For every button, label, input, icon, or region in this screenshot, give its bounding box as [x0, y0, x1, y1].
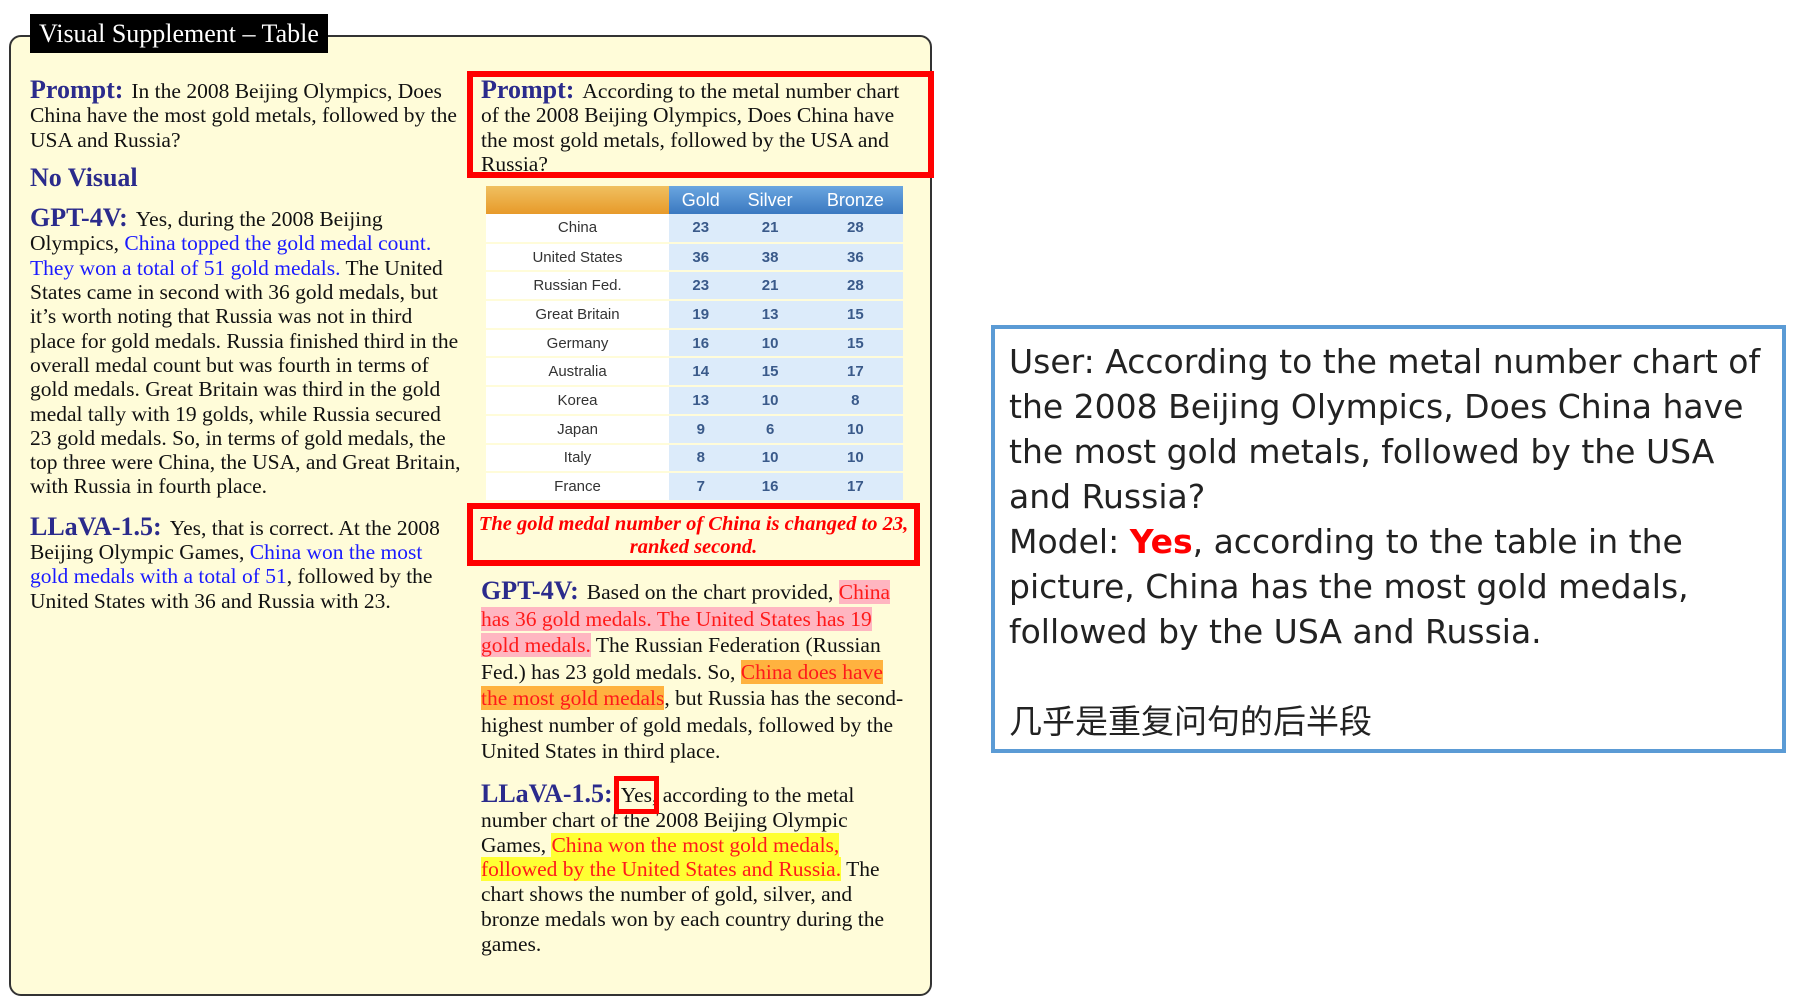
text: The United States came in second with 36… [30, 255, 461, 499]
llava-label: LLaVA-1.5: [481, 779, 613, 808]
medal-count: 36 [669, 242, 733, 273]
medal-count: 9 [669, 414, 733, 445]
medal-count: 6 [732, 414, 808, 445]
modification-note: The gold medal number of China is change… [467, 503, 920, 566]
table-row: Australia 14 15 17 [486, 357, 903, 388]
left-column: Prompt: In the 2008 Beijing Olympics, Doe… [30, 75, 462, 613]
table-row: Japan 9 6 10 [486, 414, 903, 445]
country-name: Italy [486, 443, 669, 474]
table-row: Italy 8 10 10 [486, 443, 903, 474]
annotation-box: User: According to the metal number char… [991, 325, 1786, 753]
yes-boxed: Yes [613, 776, 660, 814]
table-row: Russian Fed. 23 21 28 [486, 271, 903, 302]
right-gpt-answer: GPT-4V: Based on the chart provided, Chin… [481, 576, 913, 765]
header-gold: Gold [669, 186, 733, 214]
table-row: China 23 21 28 [486, 214, 903, 244]
medal-count: 16 [732, 472, 808, 502]
country-name: Great Britain [486, 300, 669, 330]
medal-count: 8 [807, 386, 903, 416]
model-label: Model: [1009, 522, 1130, 561]
right-llava-answer: LLaVA-1.5: Yes, according to the metal nu… [481, 776, 913, 957]
medal-count: 10 [807, 414, 903, 445]
medal-count: 15 [732, 357, 808, 388]
country-name: France [486, 472, 669, 502]
country-name: China [486, 214, 669, 244]
medal-count: 28 [807, 214, 903, 244]
medal-table: Gold Silver Bronze China 23 21 28 United Sta… [486, 186, 903, 502]
medal-count: 38 [732, 242, 808, 273]
country-name: Australia [486, 357, 669, 388]
table-row: Germany 16 10 15 [486, 328, 903, 359]
medal-count: 23 [669, 214, 733, 244]
country-name: Germany [486, 328, 669, 359]
header-bronze: Bronze [807, 186, 903, 214]
gpt-label: GPT-4V: [30, 203, 128, 233]
medal-count: 15 [807, 328, 903, 359]
table-header: Gold Silver Bronze [486, 186, 903, 214]
medal-count: 28 [807, 271, 903, 302]
medal-count: 10 [732, 328, 808, 359]
panel-title: Visual Supplement – Table [30, 14, 328, 53]
medal-count: 14 [669, 357, 733, 388]
no-visual-heading: No Visual [30, 162, 138, 192]
medal-count: 17 [807, 472, 903, 502]
left-llava-answer: LLaVA-1.5: Yes, that is correct. At the 2… [30, 511, 462, 613]
gpt-label: GPT-4V: [481, 576, 579, 605]
model-answer: Model: Yes, according to the table in th… [1009, 519, 1768, 654]
left-gpt-answer: GPT-4V: Yes, during the 2008 Beijing Olym… [30, 203, 462, 499]
medal-count: 21 [732, 271, 808, 302]
medal-count: 17 [807, 357, 903, 388]
llava-label: LLaVA-1.5: [30, 511, 162, 541]
comment: 几乎是重复问句的后半段 [1009, 702, 1372, 741]
right-prompt: Prompt: According to the metal number cha… [481, 78, 913, 174]
user-question: User: According to the metal number char… [1009, 342, 1761, 516]
country-name: Russian Fed. [486, 271, 669, 302]
header-country [486, 186, 669, 214]
country-name: Korea [486, 386, 669, 416]
medal-count: 10 [732, 386, 808, 416]
medal-count: 15 [807, 300, 903, 330]
model-yes: Yes [1129, 522, 1193, 561]
medal-count: 13 [732, 300, 808, 330]
medal-count: 7 [669, 472, 733, 502]
prompt-label: Prompt: [481, 78, 575, 104]
prompt-label: Prompt: [30, 75, 124, 104]
medal-count: 23 [669, 271, 733, 302]
medal-count: 13 [669, 386, 733, 416]
medal-count: 10 [807, 443, 903, 474]
country-name: United States [486, 242, 669, 273]
medal-count: 10 [732, 443, 808, 474]
left-prompt: Prompt: In the 2008 Beijing Olympics, Doe… [30, 75, 462, 152]
header-silver: Silver [732, 186, 808, 214]
table-row: France 7 16 17 [486, 472, 903, 502]
medal-count: 8 [669, 443, 733, 474]
medal-count: 19 [669, 300, 733, 330]
table-row: Korea 13 10 8 [486, 386, 903, 416]
table-row: Great Britain 19 13 15 [486, 300, 903, 330]
country-name: Japan [486, 414, 669, 445]
table-row: United States 36 38 36 [486, 242, 903, 273]
medal-count: 36 [807, 242, 903, 273]
medal-count: 16 [669, 328, 733, 359]
text: Based on the chart provided, [586, 580, 839, 604]
medal-count: 21 [732, 214, 808, 244]
